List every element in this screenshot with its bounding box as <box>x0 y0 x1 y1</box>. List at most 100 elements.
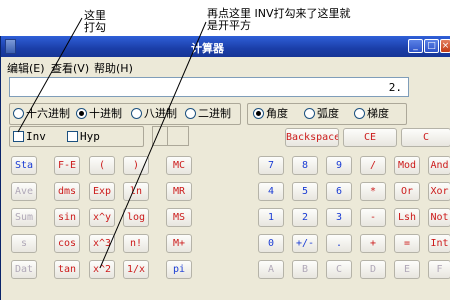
ln-button[interactable]: ln <box>123 182 149 201</box>
open-paren-button[interactable]: ( <box>89 156 115 175</box>
or-button[interactable]: Or <box>394 182 420 201</box>
menu-edit[interactable]: 编辑(E) <box>7 60 45 76</box>
pi-button[interactable]: pi <box>166 260 192 279</box>
hyp-checkbox[interactable]: Hyp <box>67 130 100 144</box>
decimal-button[interactable]: . <box>326 234 352 253</box>
m-plus-button[interactable]: M+ <box>166 234 192 253</box>
x-cubed-button[interactable]: x^3 <box>89 234 115 253</box>
radio-dot <box>304 108 315 119</box>
divide-button[interactable]: / <box>360 156 386 175</box>
mr-button[interactable]: MR <box>166 182 192 201</box>
digit-5-button[interactable]: 5 <box>292 182 318 201</box>
digit-1-button[interactable]: 1 <box>258 208 284 227</box>
digit-0-button[interactable]: 0 <box>258 234 284 253</box>
ms-button[interactable]: MS <box>166 208 192 227</box>
sum-button[interactable]: Sum <box>11 208 37 227</box>
checkbox-box <box>67 131 78 142</box>
digit-9-button[interactable]: 9 <box>326 156 352 175</box>
digit-6-button[interactable]: 6 <box>326 182 352 201</box>
digit-3-button[interactable]: 3 <box>326 208 352 227</box>
hex-e-button[interactable]: E <box>394 260 420 279</box>
close-paren-button[interactable]: ) <box>123 156 149 175</box>
radio-dot <box>185 108 196 119</box>
digit-4-button[interactable]: 4 <box>258 182 284 201</box>
annotation-line: 打勾 <box>84 21 106 34</box>
minimize-button[interactable]: _ <box>408 39 423 53</box>
radio-label: 二进制 <box>198 107 231 120</box>
tan-button[interactable]: tan <box>54 260 80 279</box>
digit-2-button[interactable]: 2 <box>292 208 318 227</box>
menu-view[interactable]: 查看(V) <box>51 60 89 76</box>
sin-button[interactable]: sin <box>54 208 80 227</box>
mc-button[interactable]: MC <box>166 156 192 175</box>
calculator-icon <box>5 39 16 54</box>
annotation-inv-note: 再点这里 INV打勾来了这里就 是开平方 <box>207 8 367 32</box>
dms-button[interactable]: dms <box>54 182 80 201</box>
memory-indicator <box>167 126 189 146</box>
hex-c-button[interactable]: C <box>326 260 352 279</box>
radio-bin[interactable]: 二进制 <box>185 107 231 121</box>
checkbox-box <box>13 131 24 142</box>
hex-b-button[interactable]: B <box>292 260 318 279</box>
sta-button[interactable]: Sta <box>11 156 37 175</box>
hyp-label: Hyp <box>80 130 100 143</box>
subtract-button[interactable]: - <box>360 208 386 227</box>
radio-label: 角度 <box>266 107 288 120</box>
radio-dot <box>13 108 24 119</box>
digit-7-button[interactable]: 7 <box>258 156 284 175</box>
radio-gradian[interactable]: 梯度 <box>354 107 389 121</box>
dat-button[interactable]: Dat <box>11 260 37 279</box>
menu-help[interactable]: 帮助(H) <box>94 60 133 76</box>
ce-button[interactable]: CE <box>343 128 397 147</box>
annotation-line: 是开平方 <box>207 19 251 32</box>
mod-button[interactable]: Mod <box>394 156 420 175</box>
clear-button[interactable]: C <box>401 128 450 147</box>
xor-button[interactable]: Xor <box>428 182 450 201</box>
not-button[interactable]: Not <box>428 208 450 227</box>
close-button[interactable]: × <box>440 39 450 53</box>
exp-button[interactable]: Exp <box>89 182 115 201</box>
digit-8-button[interactable]: 8 <box>292 156 318 175</box>
maximize-button[interactable]: □ <box>424 39 439 53</box>
multiply-button[interactable]: * <box>360 182 386 201</box>
annotation-check-note: 这里 打勾 <box>84 10 124 34</box>
window-title: 计算器 <box>191 42 224 55</box>
s-button[interactable]: s <box>11 234 37 253</box>
int-button[interactable]: Int <box>428 234 450 253</box>
radio-label: 弧度 <box>317 107 339 120</box>
hex-f-button[interactable]: F <box>428 260 450 279</box>
x-pow-y-button[interactable]: x^y <box>89 208 115 227</box>
equals-button[interactable]: = <box>394 234 420 253</box>
radio-degree[interactable]: 角度 <box>253 107 288 121</box>
title-bar[interactable]: 计算器 _ □ × <box>1 36 450 57</box>
and-button[interactable]: And <box>428 156 450 175</box>
radio-dot <box>131 108 142 119</box>
radio-label: 八进制 <box>144 107 177 120</box>
add-button[interactable]: + <box>360 234 386 253</box>
calculator-display: 2. <box>9 77 409 97</box>
radio-oct[interactable]: 八进制 <box>131 107 177 121</box>
radio-dec[interactable]: 十进制 <box>76 107 122 121</box>
factorial-button[interactable]: n! <box>123 234 149 253</box>
menu-bar: 编辑(E) 查看(V) 帮助(H) <box>1 57 450 75</box>
radio-radian[interactable]: 弧度 <box>304 107 339 121</box>
radio-label: 十六进制 <box>26 107 70 120</box>
radio-label: 梯度 <box>367 107 389 120</box>
radio-dot <box>76 108 87 119</box>
hex-a-button[interactable]: A <box>258 260 284 279</box>
radio-hex[interactable]: 十六进制 <box>13 107 70 121</box>
fe-button[interactable]: F-E <box>54 156 80 175</box>
radio-dot <box>354 108 365 119</box>
hex-d-button[interactable]: D <box>360 260 386 279</box>
calculator-window: 计算器 _ □ × 编辑(E) 查看(V) 帮助(H) 2. 十六进制 十进制 … <box>0 36 450 300</box>
log-button[interactable]: log <box>123 208 149 227</box>
x-squared-button[interactable]: x^2 <box>89 260 115 279</box>
cos-button[interactable]: cos <box>54 234 80 253</box>
reciprocal-button[interactable]: 1/x <box>123 260 149 279</box>
radio-dot <box>253 108 264 119</box>
ave-button[interactable]: Ave <box>11 182 37 201</box>
negate-button[interactable]: +/- <box>292 234 318 253</box>
lsh-button[interactable]: Lsh <box>394 208 420 227</box>
inv-checkbox[interactable]: Inv <box>13 130 46 144</box>
backspace-button[interactable]: Backspace <box>285 128 339 147</box>
